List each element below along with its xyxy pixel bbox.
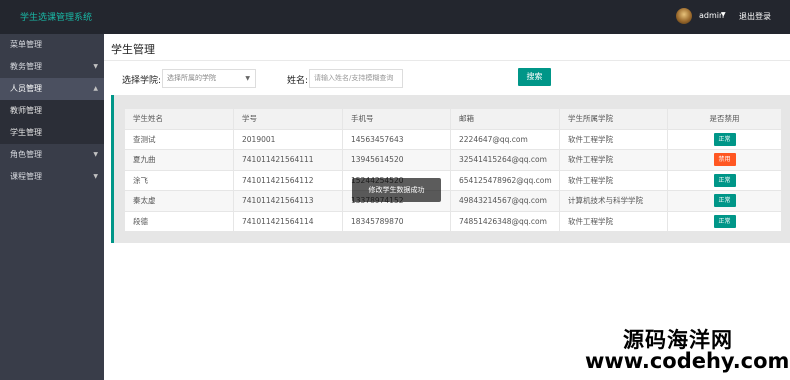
column-header: 学号 <box>233 108 343 130</box>
avatar[interactable] <box>676 8 692 24</box>
student-name: 秦太虚 <box>124 190 234 212</box>
student-id: 741011421564111 <box>233 149 343 171</box>
sidebar-item-academic[interactable]: 教务管理 ▼ <box>0 56 104 78</box>
sidebar-submenu: 教师管理 学生管理 <box>0 100 104 144</box>
student-name: 夏九曲 <box>124 149 234 171</box>
college-select-placeholder: 选择所属的学院 <box>167 74 216 82</box>
student-id: 741011421564112 <box>233 169 343 191</box>
status-toggle-button[interactable]: 正常 <box>713 194 736 208</box>
table-row: 段德 741011421564114 18345789870 748514263… <box>124 210 782 232</box>
column-header: 学生姓名 <box>124 108 234 130</box>
name-search-input[interactable]: 请输入姓名/支持模糊查询 <box>309 69 403 88</box>
chevron-down-icon: ▼ <box>93 173 98 180</box>
table-panel: 学生姓名 学号 手机号 邮箱 学生所属学院 是否禁用 查测试 2019001 1… <box>111 95 790 243</box>
students-table: 学生姓名 学号 手机号 邮箱 学生所属学院 是否禁用 查测试 2019001 1… <box>124 108 782 232</box>
status-toggle-button[interactable]: 正常 <box>713 132 736 146</box>
divider <box>104 60 790 61</box>
student-phone: 13945614520 <box>342 149 451 171</box>
table-header-row: 学生姓名 学号 手机号 邮箱 学生所属学院 是否禁用 <box>124 108 782 130</box>
sidebar-item-label: 课程管理 <box>10 172 42 181</box>
student-college: 软件工程学院 <box>559 210 668 232</box>
top-header: 学生选课管理系统 admin ▼ 退出登录 <box>0 0 790 34</box>
sidebar-item-roles[interactable]: 角色管理 ▼ <box>0 144 104 166</box>
column-header: 学生所属学院 <box>559 108 668 130</box>
sidebar-item-teachers[interactable]: 教师管理 <box>0 100 104 122</box>
status-toggle-button[interactable]: 禁用 <box>713 153 736 167</box>
sidebar-item-menu[interactable]: 菜单管理 <box>0 34 104 56</box>
status-cell: 正常 <box>667 210 782 232</box>
student-name: 查测试 <box>124 128 234 150</box>
student-email: 49843214567@qq.com <box>450 190 560 212</box>
student-name: 涂飞 <box>124 169 234 191</box>
status-cell: 正常 <box>667 190 782 212</box>
student-college: 软件工程学院 <box>559 169 668 191</box>
toast-message: 修改学生数据成功 <box>352 178 441 202</box>
student-email: 654125478962@qq.com <box>450 169 560 191</box>
logout-link[interactable]: 退出登录 <box>739 11 771 22</box>
app-title[interactable]: 学生选课管理系统 <box>20 10 92 23</box>
search-button[interactable]: 搜索 <box>518 68 551 86</box>
student-phone: 14563457643 <box>342 128 451 150</box>
student-email: 74851426348@qq.com <box>450 210 560 232</box>
chevron-up-icon: ▲ <box>93 85 98 92</box>
student-id: 741011421564114 <box>233 210 343 232</box>
column-header: 是否禁用 <box>667 108 782 130</box>
page-title: 学生管理 <box>111 43 155 56</box>
student-email: 2224647@qq.com <box>450 128 560 150</box>
student-id: 2019001 <box>233 128 343 150</box>
column-header: 手机号 <box>342 108 451 130</box>
chevron-down-icon: ▼ <box>93 151 98 158</box>
sidebar-item-courses[interactable]: 课程管理 ▼ <box>0 166 104 188</box>
table-row: 秦太虚 741011421564113 13378974152 49843214… <box>124 190 782 212</box>
college-select[interactable]: 选择所属的学院 ▼ <box>162 69 256 88</box>
student-college: 软件工程学院 <box>559 128 668 150</box>
name-label: 姓名: <box>287 76 309 86</box>
sidebar-item-label: 教务管理 <box>10 62 42 71</box>
sidebar: 菜单管理 教务管理 ▼ 人员管理 ▲ 教师管理 学生管理 角色管理 ▼ 课程管理… <box>0 34 104 380</box>
table-row: 夏九曲 741011421564111 13945614520 32541415… <box>124 149 782 171</box>
sidebar-item-label: 菜单管理 <box>10 40 42 49</box>
table-row: 涂飞 741011421564112 15244254520 654125478… <box>124 169 782 191</box>
status-toggle-button[interactable]: 正常 <box>713 173 736 187</box>
chevron-down-icon: ▼ <box>245 75 250 82</box>
college-label: 选择学院: <box>122 76 162 86</box>
status-cell: 禁用 <box>667 149 782 171</box>
sidebar-item-students[interactable]: 学生管理 <box>0 122 104 144</box>
student-college: 计算机技术与科学学院 <box>559 190 668 212</box>
sidebar-item-personnel[interactable]: 人员管理 ▲ <box>0 78 104 100</box>
watermark-url: www.codehy.com <box>585 349 790 373</box>
student-id: 741011421564113 <box>233 190 343 212</box>
status-cell: 正常 <box>667 128 782 150</box>
student-phone: 18345789870 <box>342 210 451 232</box>
chevron-down-icon: ▼ <box>93 63 98 70</box>
status-toggle-button[interactable]: 正常 <box>713 214 736 228</box>
column-header: 邮箱 <box>450 108 560 130</box>
table-row: 查测试 2019001 14563457643 2224647@qq.com 软… <box>124 128 782 150</box>
chevron-down-icon[interactable]: ▼ <box>721 11 726 18</box>
panel-accent-bar <box>111 95 114 243</box>
student-name: 段德 <box>124 210 234 232</box>
status-cell: 正常 <box>667 169 782 191</box>
student-college: 软件工程学院 <box>559 149 668 171</box>
sidebar-item-label: 角色管理 <box>10 150 42 159</box>
student-email: 32541415264@qq.com <box>450 149 560 171</box>
sidebar-item-label: 人员管理 <box>10 84 42 93</box>
